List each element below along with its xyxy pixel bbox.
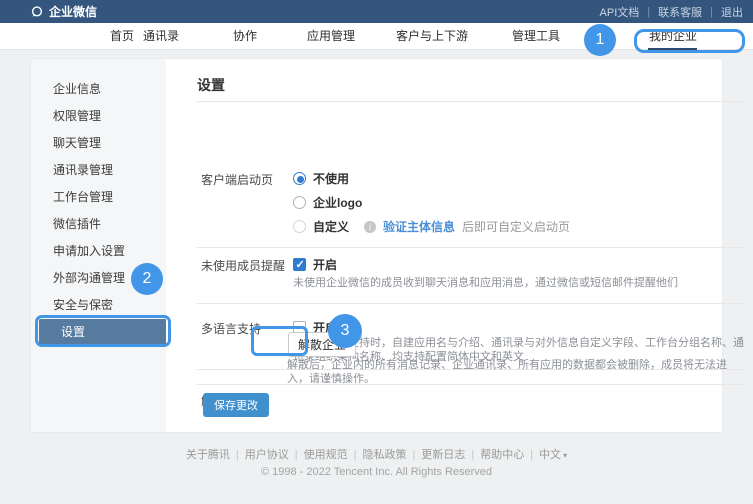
settings-panel: 设置 客户端启动页 不使用 企业logo 自定义 i 验证主体信息 后即可自定义… bbox=[166, 59, 722, 432]
radio-unselected-icon[interactable] bbox=[293, 196, 306, 209]
wework-logo-icon bbox=[30, 5, 44, 19]
page-title: 设置 bbox=[197, 75, 225, 95]
radio-option-custom[interactable]: 自定义 i 验证主体信息 后即可自定义启动页 bbox=[293, 218, 570, 235]
copyright: © 1998 - 2022 Tencent Inc. All Rights Re… bbox=[0, 466, 753, 478]
radio-label: 不使用 bbox=[313, 170, 349, 187]
tab-contacts[interactable]: 通讯录 bbox=[143, 23, 179, 50]
separator bbox=[236, 449, 239, 461]
content-card: 企业信息 权限管理 聊天管理 通讯录管理 工作台管理 微信插件 申请加入设置 外… bbox=[30, 58, 723, 433]
separator bbox=[295, 449, 298, 461]
sidebar-item-chat-management[interactable]: 聊天管理 bbox=[31, 130, 166, 157]
info-icon: i bbox=[364, 221, 376, 233]
tab-home[interactable]: 首页 bbox=[110, 23, 134, 50]
footer-link-changelog[interactable]: 更新日志 bbox=[421, 449, 465, 461]
annotation-step-2-badge: 2 bbox=[131, 263, 163, 295]
divider bbox=[197, 247, 746, 248]
separator bbox=[412, 449, 415, 461]
separator bbox=[530, 449, 533, 461]
tab-admin-tools[interactable]: 管理工具 bbox=[512, 23, 560, 50]
save-changes-button[interactable]: 保存更改 bbox=[203, 393, 269, 417]
footer: 关于腾讯 用户协议 使用规范 隐私政策 更新日志 帮助中心 中文▾ © 1998 - 202… bbox=[0, 433, 753, 478]
sidebar: 企业信息 权限管理 聊天管理 通讯录管理 工作台管理 微信插件 申请加入设置 外… bbox=[31, 59, 166, 432]
language-selector[interactable]: 中文▾ bbox=[539, 449, 567, 461]
footer-link-rules[interactable]: 使用规范 bbox=[304, 449, 348, 461]
sidebar-item-wechat-plugin[interactable]: 微信插件 bbox=[31, 211, 166, 238]
brand: 企业微信 bbox=[30, 3, 97, 20]
radio-option-company-logo[interactable]: 企业logo bbox=[293, 194, 362, 211]
radio-label: 自定义 bbox=[313, 218, 349, 235]
annotation-box-settings bbox=[35, 315, 171, 347]
footer-link-help[interactable]: 帮助中心 bbox=[480, 449, 524, 461]
divider bbox=[197, 303, 746, 304]
sidebar-item-permissions[interactable]: 权限管理 bbox=[31, 103, 166, 130]
footer-link-privacy[interactable]: 隐私政策 bbox=[362, 449, 406, 461]
separator bbox=[354, 449, 357, 461]
tab-customers[interactable]: 客户与上下游 bbox=[396, 23, 468, 50]
topbar: 企业微信 API文档 联系客服 退出 bbox=[0, 0, 753, 23]
separator bbox=[710, 6, 713, 18]
sidebar-item-contacts-management[interactable]: 通讯录管理 bbox=[31, 157, 166, 184]
sidebar-item-workbench[interactable]: 工作台管理 bbox=[31, 184, 166, 211]
api-docs-link[interactable]: API文档 bbox=[598, 4, 642, 20]
tab-app-management[interactable]: 应用管理 bbox=[307, 23, 355, 50]
radio-selected-icon[interactable] bbox=[293, 172, 306, 185]
annotation-box-my-company bbox=[634, 29, 745, 53]
reminder-toggle[interactable]: 开启 bbox=[293, 256, 337, 273]
brand-name: 企业微信 bbox=[49, 3, 97, 20]
radio-label: 企业logo bbox=[313, 194, 362, 211]
reminder-label: 未使用成员提醒 bbox=[201, 257, 285, 274]
separator bbox=[471, 449, 474, 461]
logout-link[interactable]: 退出 bbox=[719, 4, 745, 20]
launch-page-label: 客户端启动页 bbox=[201, 171, 273, 188]
divider bbox=[197, 101, 746, 102]
annotation-step-1-badge: 1 bbox=[584, 24, 616, 56]
radio-option-no-launch[interactable]: 不使用 bbox=[293, 170, 349, 187]
footer-link-about[interactable]: 关于腾讯 bbox=[186, 449, 230, 461]
hint-text: 后即可自定义启动页 bbox=[462, 218, 570, 235]
verify-entity-link[interactable]: 验证主体信息 bbox=[383, 218, 455, 235]
topbar-links: API文档 联系客服 退出 bbox=[598, 4, 745, 20]
contact-support-link[interactable]: 联系客服 bbox=[656, 4, 704, 20]
separator bbox=[647, 6, 650, 18]
annotation-step-3-badge: 3 bbox=[328, 314, 362, 348]
annotation-box-dissolve bbox=[251, 326, 308, 356]
divider bbox=[197, 384, 746, 385]
checkbox-label: 开启 bbox=[313, 256, 337, 273]
checkbox-checked-icon[interactable] bbox=[293, 258, 306, 271]
dissolve-desc: 解散后，企业内的所有消息记录、企业通讯录、所有应用的数据都会被删除，成员将无法进… bbox=[287, 358, 727, 386]
footer-links: 关于腾讯 用户协议 使用规范 隐私政策 更新日志 帮助中心 中文▾ bbox=[0, 446, 753, 462]
reminder-desc: 未使用企业微信的成员收到聊天消息和应用消息，通过微信或短信邮件提醒他们 bbox=[293, 276, 723, 290]
sidebar-item-company-info[interactable]: 企业信息 bbox=[31, 76, 166, 103]
radio-disabled-icon bbox=[293, 220, 306, 233]
tab-collaboration[interactable]: 协作 bbox=[233, 23, 257, 50]
footer-link-agreement[interactable]: 用户协议 bbox=[245, 449, 289, 461]
sidebar-item-join-settings[interactable]: 申请加入设置 bbox=[31, 238, 166, 265]
caret-down-icon: ▾ bbox=[563, 451, 567, 460]
